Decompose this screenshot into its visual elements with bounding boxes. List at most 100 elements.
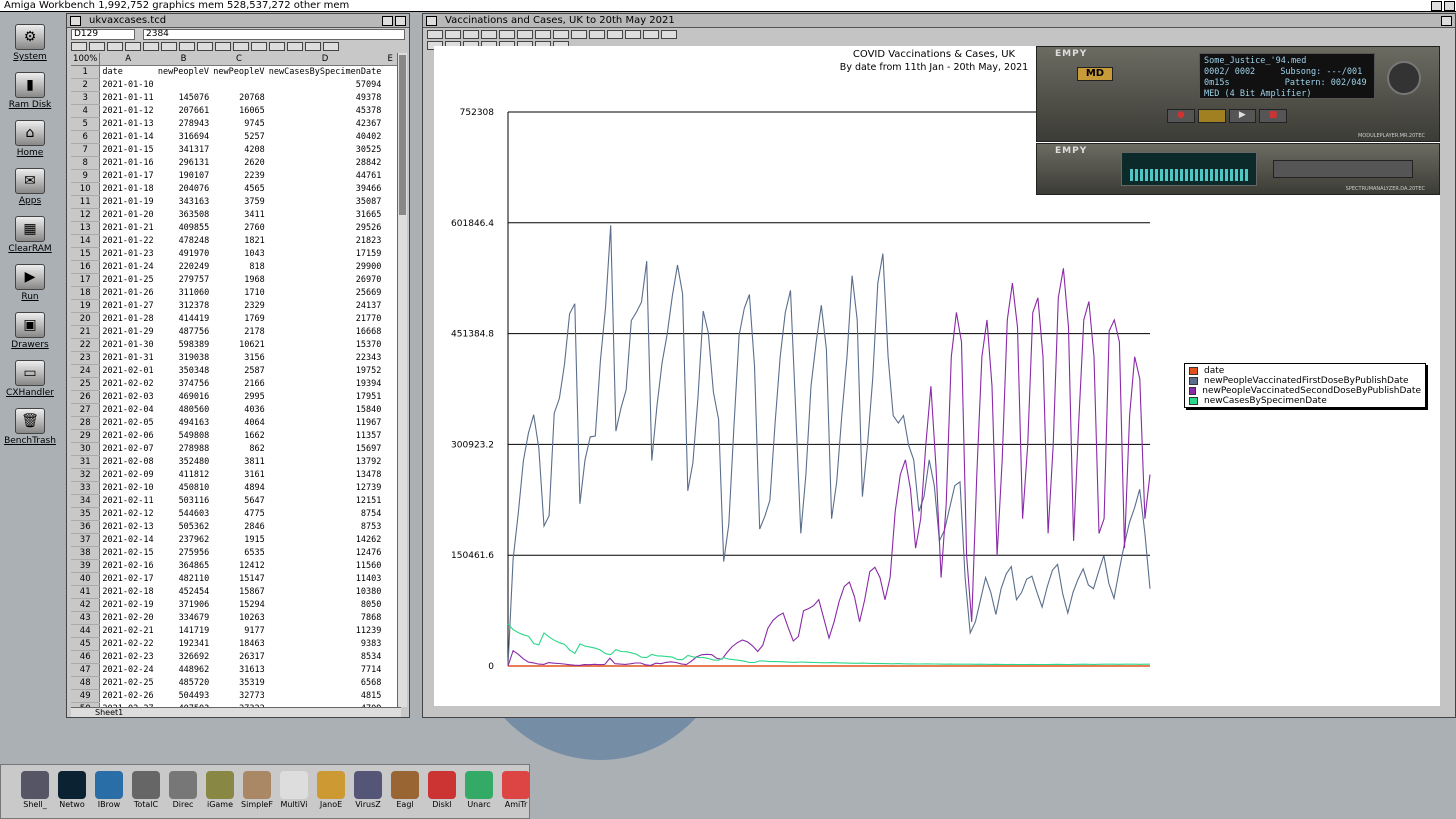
toolbar-button[interactable] [269,41,285,51]
toolbar-button[interactable] [427,29,443,39]
cell[interactable]: 35319 [211,677,266,690]
dock-item[interactable]: MultiVi [276,771,312,809]
cell[interactable]: 2021-02-21 [100,625,156,638]
row-number[interactable]: 34 [71,494,101,508]
cell[interactable]: 10380 [267,586,384,599]
row-number[interactable]: 20 [71,312,101,326]
cell[interactable]: 4815 [267,690,384,703]
row-number[interactable]: 1 [71,65,101,79]
row-number[interactable]: 43 [71,611,101,625]
row-number[interactable]: 9 [71,169,101,183]
cell[interactable]: 20768 [211,92,266,105]
cell[interactable] [383,456,397,469]
toolbar-button[interactable] [481,29,497,39]
cell[interactable]: 2021-02-10 [100,482,156,495]
cell[interactable] [383,560,397,573]
cell[interactable]: 2021-01-17 [100,170,156,183]
cell[interactable]: 5257 [211,131,266,144]
cell[interactable] [383,118,397,131]
row-number[interactable]: 31 [71,455,101,469]
cell[interactable]: 7868 [267,612,384,625]
dock-item[interactable]: VirusZ [350,771,386,809]
row-number[interactable]: 22 [71,338,101,352]
row-number[interactable]: 12 [71,208,101,222]
cell[interactable] [383,664,397,677]
cell[interactable]: 2021-02-11 [100,495,156,508]
cell[interactable]: 15147 [211,573,266,586]
cell[interactable]: 2021-02-16 [100,560,156,573]
cell[interactable]: 11403 [267,573,384,586]
cell[interactable]: 11560 [267,560,384,573]
cell[interactable] [383,469,397,482]
cell[interactable]: 2021-02-12 [100,508,156,521]
cell[interactable]: 19394 [267,378,384,391]
cell[interactable]: 28842 [267,157,384,170]
cell[interactable]: 11239 [267,625,384,638]
cell[interactable]: 312378 [156,300,211,313]
dock-item[interactable]: AmiTr [498,771,534,809]
cell[interactable]: 2021-02-25 [100,677,156,690]
spreadsheet-titlebar[interactable]: ukvaxcases.tcd [67,14,409,28]
cell[interactable]: 26317 [211,651,266,664]
cell[interactable]: 504493 [156,690,211,703]
cell[interactable]: 505362 [156,521,211,534]
cell[interactable]: 2021-01-25 [100,274,156,287]
cell[interactable]: 296131 [156,157,211,170]
cell[interactable]: 2021-01-15 [100,144,156,157]
cell[interactable]: 8534 [267,651,384,664]
cell[interactable]: 1915 [211,534,266,547]
dock-item[interactable]: Eagl [387,771,423,809]
cell[interactable]: 549808 [156,430,211,443]
stop-button[interactable]: ■ [1259,109,1287,123]
cell[interactable] [383,482,397,495]
cell[interactable]: 2021-02-14 [100,534,156,547]
cell[interactable]: 862 [211,443,266,456]
cell[interactable] [383,183,397,196]
cell[interactable]: 39466 [267,183,384,196]
cell[interactable]: 192341 [156,638,211,651]
cell[interactable]: 4208 [211,144,266,157]
cell[interactable]: 22343 [267,352,384,365]
row-number[interactable]: 37 [71,533,101,547]
cell[interactable] [383,261,397,274]
cell[interactable]: 3156 [211,352,266,365]
cell[interactable]: 7714 [267,664,384,677]
close-icon[interactable] [426,16,437,26]
sheet-tab-1[interactable]: Sheet1 [95,708,123,717]
toolbar-button[interactable] [517,29,533,39]
cell[interactable]: 31665 [267,209,384,222]
cell[interactable]: 11967 [267,417,384,430]
row-number[interactable]: 24 [71,364,101,378]
toolbar-button[interactable] [233,41,249,51]
cell[interactable]: 17159 [267,248,384,261]
cell[interactable]: 32773 [211,690,266,703]
cell[interactable]: 363508 [156,209,211,222]
row-number[interactable]: 13 [71,221,101,235]
cell[interactable]: 316694 [156,131,211,144]
row-number[interactable]: 39 [71,559,101,573]
cell[interactable]: 1968 [211,274,266,287]
row-number[interactable]: 38 [71,546,101,560]
cell[interactable]: 2021-02-08 [100,456,156,469]
cell[interactable] [383,690,397,703]
row-number[interactable]: 5 [71,117,101,131]
display-selector[interactable] [1273,160,1413,178]
cell[interactable]: 2021-01-28 [100,313,156,326]
desktop-icon-clearram[interactable]: ▦ ClearRAM [0,216,60,254]
column-letter[interactable]: A [99,53,156,66]
cell[interactable]: 2021-01-14 [100,131,156,144]
row-number[interactable]: 15 [71,247,101,261]
cell[interactable]: 12412 [211,560,266,573]
toolbar-button[interactable] [161,41,177,51]
cell[interactable]: 2021-02-07 [100,443,156,456]
cell[interactable] [383,586,397,599]
cell[interactable]: 2021-02-09 [100,469,156,482]
scroll-knob[interactable] [399,55,406,215]
cell[interactable]: 2995 [211,391,266,404]
dock-item[interactable]: JanoE [313,771,349,809]
cell[interactable]: 15294 [211,599,266,612]
dock-item[interactable]: SimpleF [239,771,275,809]
dock-item[interactable]: Direc [165,771,201,809]
desktop-icon-system[interactable]: ⚙ System [0,24,60,62]
vertical-scrollbar[interactable] [397,53,407,707]
